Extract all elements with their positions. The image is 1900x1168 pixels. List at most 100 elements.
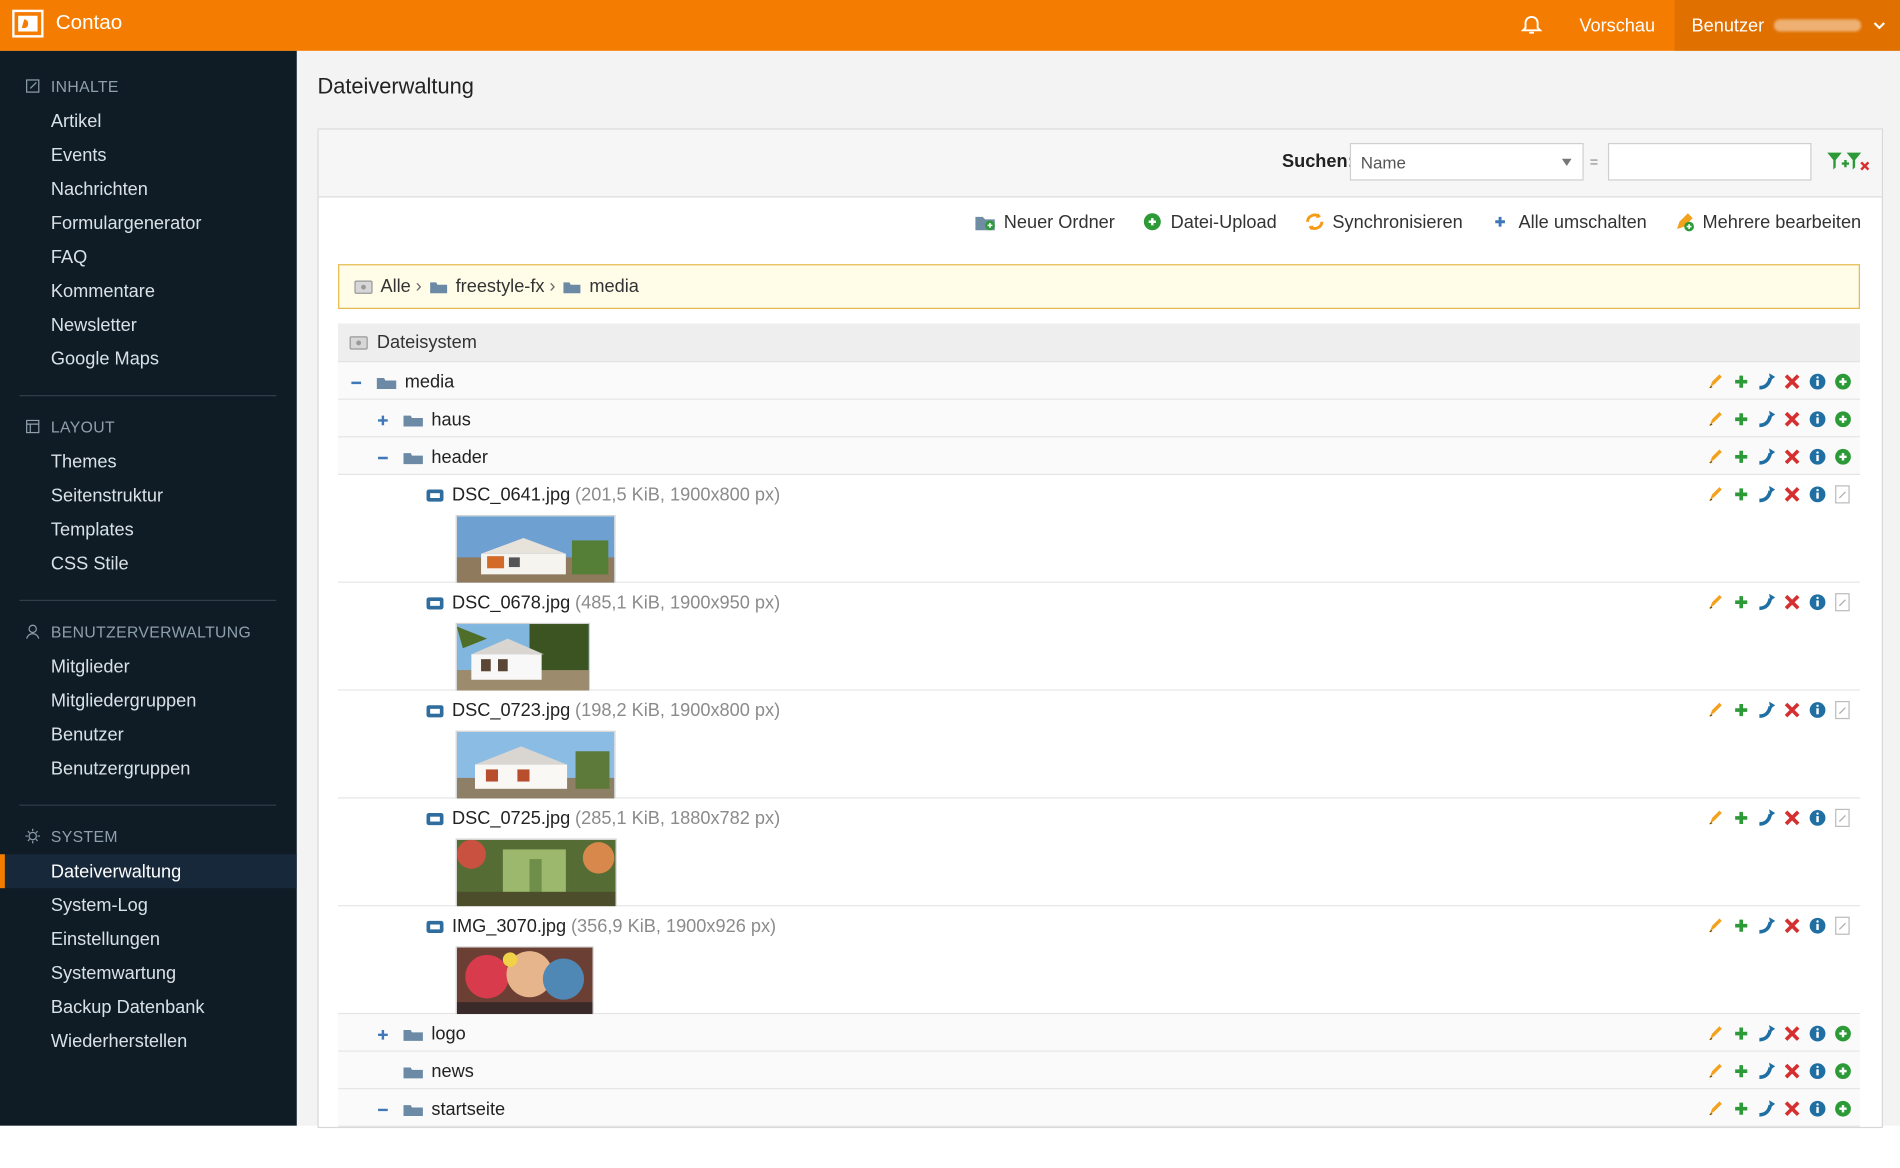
sidebar-group-title-layout[interactable]: LAYOUT bbox=[0, 408, 297, 444]
collapse-icon[interactable] bbox=[349, 375, 364, 390]
image-thumbnail[interactable] bbox=[455, 946, 594, 1016]
add-icon[interactable] bbox=[1732, 1024, 1751, 1043]
collapse-icon[interactable] bbox=[376, 450, 391, 465]
delete-icon[interactable] bbox=[1782, 1099, 1801, 1118]
file-row[interactable]: IMG_3070.jpg (356,9 KiB, 1900x926 px) bbox=[338, 906, 1860, 1016]
file-row[interactable]: DSC_0725.jpg (285,1 KiB, 1880x782 px) bbox=[338, 798, 1860, 908]
delete-icon[interactable] bbox=[1782, 808, 1801, 827]
sidebar-item-dateiverwaltung[interactable]: Dateiverwaltung bbox=[0, 854, 297, 889]
folder-row[interactable]: news bbox=[338, 1051, 1860, 1090]
image-thumbnail[interactable] bbox=[455, 622, 591, 692]
breadcrumb-item[interactable]: Alle bbox=[354, 276, 411, 297]
upload-icon[interactable] bbox=[1833, 410, 1852, 429]
upload-icon[interactable] bbox=[1833, 372, 1852, 391]
add-icon[interactable] bbox=[1732, 593, 1751, 612]
pencil-icon[interactable] bbox=[1706, 1099, 1725, 1118]
folder-row[interactable]: haus bbox=[338, 399, 1860, 438]
move-icon[interactable] bbox=[1757, 1061, 1776, 1080]
delete-icon[interactable] bbox=[1782, 916, 1801, 935]
edit-multiple-button[interactable]: Mehrere bearbeiten bbox=[1673, 211, 1861, 233]
delete-icon[interactable] bbox=[1782, 700, 1801, 719]
move-icon[interactable] bbox=[1757, 1099, 1776, 1118]
upload-icon[interactable] bbox=[1833, 447, 1852, 466]
image-thumbnail[interactable] bbox=[455, 730, 616, 800]
move-icon[interactable] bbox=[1757, 916, 1776, 935]
file-row[interactable]: DSC_0678.jpg (485,1 KiB, 1900x950 px) bbox=[338, 582, 1860, 692]
file-name[interactable]: DSC_0641.jpg bbox=[452, 485, 570, 506]
delete-icon[interactable] bbox=[1782, 410, 1801, 429]
sidebar-item-benutzergruppen[interactable]: Benutzergruppen bbox=[0, 751, 297, 785]
file-name[interactable]: DSC_0678.jpg bbox=[452, 593, 570, 614]
info-icon[interactable] bbox=[1808, 410, 1827, 429]
user-menu[interactable]: Benutzer bbox=[1674, 0, 1900, 51]
info-icon[interactable] bbox=[1808, 1099, 1827, 1118]
move-icon[interactable] bbox=[1757, 593, 1776, 612]
pencil-icon[interactable] bbox=[1706, 593, 1725, 612]
sidebar-item-einstellungen[interactable]: Einstellungen bbox=[0, 922, 297, 956]
source-edit-icon[interactable] bbox=[1833, 916, 1852, 935]
move-icon[interactable] bbox=[1757, 1024, 1776, 1043]
sidebar-item-mitgliedergruppen[interactable]: Mitgliedergruppen bbox=[0, 683, 297, 717]
move-icon[interactable] bbox=[1757, 808, 1776, 827]
sidebar-item-nachrichten[interactable]: Nachrichten bbox=[0, 172, 297, 206]
pencil-icon[interactable] bbox=[1706, 916, 1725, 935]
sidebar-item-events[interactable]: Events bbox=[0, 138, 297, 172]
image-thumbnail[interactable] bbox=[455, 514, 616, 585]
move-icon[interactable] bbox=[1757, 447, 1776, 466]
folder-row[interactable]: logo bbox=[338, 1014, 1860, 1052]
info-icon[interactable] bbox=[1808, 485, 1827, 504]
sidebar-item-newsletter[interactable]: Newsletter bbox=[0, 308, 297, 342]
delete-icon[interactable] bbox=[1782, 593, 1801, 612]
add-icon[interactable] bbox=[1732, 372, 1751, 391]
file-row[interactable]: DSC_0641.jpg (201,5 KiB, 1900x800 px) bbox=[338, 474, 1860, 585]
info-icon[interactable] bbox=[1808, 808, 1827, 827]
info-icon[interactable] bbox=[1808, 593, 1827, 612]
pencil-icon[interactable] bbox=[1706, 485, 1725, 504]
source-edit-icon[interactable] bbox=[1833, 700, 1852, 720]
pencil-icon[interactable] bbox=[1706, 1024, 1725, 1043]
sidebar-group-title-inhalte[interactable]: INHALTE bbox=[0, 68, 297, 104]
folder-name[interactable]: haus bbox=[431, 410, 470, 431]
delete-icon[interactable] bbox=[1782, 372, 1801, 391]
sidebar-item-formulargenerator[interactable]: Formulargenerator bbox=[0, 206, 297, 240]
source-edit-icon[interactable] bbox=[1833, 485, 1852, 504]
upload-button[interactable]: Datei-Upload bbox=[1142, 211, 1277, 233]
brand[interactable]: Contao bbox=[12, 7, 122, 39]
file-row[interactable]: DSC_0723.jpg (198,2 KiB, 1900x800 px) bbox=[338, 690, 1860, 800]
source-edit-icon[interactable] bbox=[1833, 593, 1852, 612]
source-edit-icon[interactable] bbox=[1833, 808, 1852, 827]
info-icon[interactable] bbox=[1808, 447, 1827, 466]
folder-name[interactable]: startseite bbox=[431, 1099, 505, 1120]
upload-icon[interactable] bbox=[1833, 1099, 1852, 1118]
clear-filter-icon[interactable] bbox=[1845, 150, 1870, 172]
breadcrumb-item[interactable]: freestyle-fx bbox=[429, 276, 545, 297]
pencil-icon[interactable] bbox=[1706, 700, 1725, 719]
folder-name[interactable]: news bbox=[431, 1061, 473, 1082]
sidebar-item-css-stile[interactable]: CSS Stile bbox=[0, 546, 297, 580]
sidebar-group-title-system[interactable]: SYSTEM bbox=[0, 818, 297, 854]
file-name[interactable]: IMG_3070.jpg bbox=[452, 916, 566, 937]
collapse-icon[interactable] bbox=[376, 1102, 391, 1117]
sidebar-item-mitglieder[interactable]: Mitglieder bbox=[0, 649, 297, 683]
toggle-all-button[interactable]: Alle umschalten bbox=[1489, 211, 1647, 233]
sidebar-item-benutzer[interactable]: Benutzer bbox=[0, 717, 297, 751]
sidebar-item-systemwartung[interactable]: Systemwartung bbox=[0, 956, 297, 990]
move-icon[interactable] bbox=[1757, 372, 1776, 391]
delete-icon[interactable] bbox=[1782, 1061, 1801, 1080]
pencil-icon[interactable] bbox=[1706, 372, 1725, 391]
pencil-icon[interactable] bbox=[1706, 410, 1725, 429]
add-icon[interactable] bbox=[1732, 1061, 1751, 1080]
upload-icon[interactable] bbox=[1833, 1024, 1852, 1043]
add-icon[interactable] bbox=[1732, 808, 1751, 827]
info-icon[interactable] bbox=[1808, 1061, 1827, 1080]
folder-row[interactable]: media bbox=[338, 362, 1860, 400]
expand-icon[interactable] bbox=[376, 1027, 391, 1042]
sidebar-item-faq[interactable]: FAQ bbox=[0, 240, 297, 274]
delete-icon[interactable] bbox=[1782, 1024, 1801, 1043]
folder-row[interactable]: startseite bbox=[338, 1089, 1860, 1127]
pencil-icon[interactable] bbox=[1706, 1061, 1725, 1080]
image-thumbnail[interactable] bbox=[455, 838, 617, 908]
folder-row[interactable]: header bbox=[338, 437, 1860, 475]
add-icon[interactable] bbox=[1732, 485, 1751, 504]
preview-link[interactable]: Vorschau bbox=[1579, 15, 1655, 36]
